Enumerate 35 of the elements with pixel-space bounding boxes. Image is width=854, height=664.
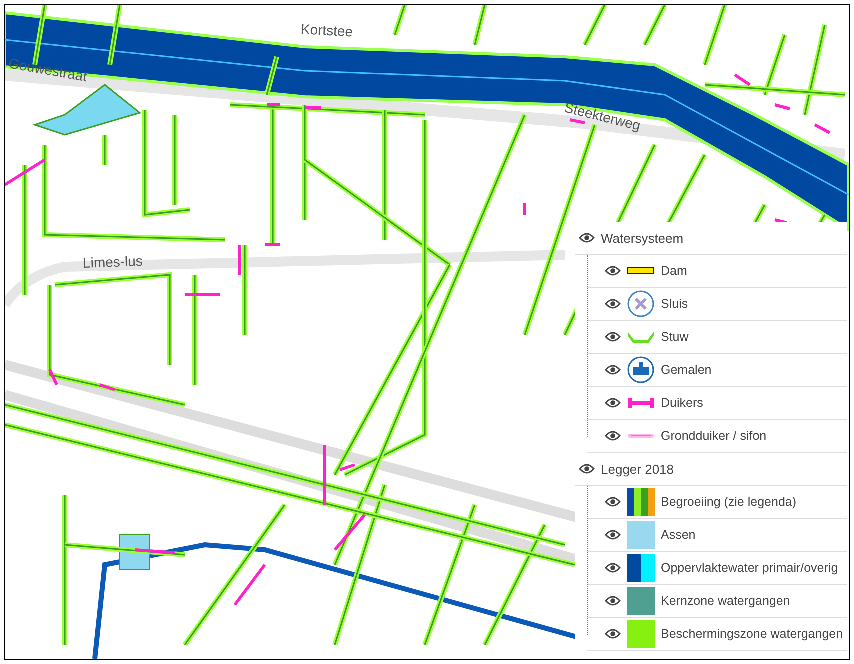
eye-icon[interactable] — [605, 332, 621, 342]
pump-circle-icon — [627, 356, 655, 384]
eye-icon[interactable] — [605, 497, 621, 507]
legend-item-label[interactable]: Begroeiing (zie legenda) — [661, 495, 797, 509]
eye-icon[interactable] — [605, 530, 621, 540]
legend-item-label[interactable]: Stuw — [661, 330, 689, 344]
eye-icon[interactable] — [605, 563, 621, 573]
legend-item-label[interactable]: Assen — [661, 528, 696, 542]
eye-icon[interactable] — [605, 398, 621, 408]
eye-icon[interactable] — [579, 464, 595, 474]
siphon-symbol-icon — [627, 432, 655, 440]
cross-circle-icon — [627, 290, 655, 318]
eye-icon[interactable] — [605, 365, 621, 375]
eye-icon[interactable] — [605, 299, 621, 309]
street-label: Kortstee — [300, 21, 354, 40]
eye-icon[interactable] — [579, 233, 595, 243]
legend-item-label[interactable]: Duikers — [661, 396, 704, 410]
legend-item-label[interactable]: Beschermingszone watergangen — [661, 627, 844, 641]
legend-item-label[interactable]: Kernzone watergangen — [661, 594, 790, 608]
street-label: Gouwestraat — [8, 55, 89, 85]
eye-icon[interactable] — [605, 629, 621, 639]
legend-item-label[interactable]: Gemalen — [661, 363, 712, 377]
legend-item-label[interactable]: Oppervlaktewater primair/overig — [661, 561, 838, 575]
legend-item-label[interactable]: Sluis — [661, 297, 688, 311]
eye-icon[interactable] — [605, 266, 621, 276]
dam-symbol-icon — [627, 266, 655, 276]
street-label: Limes-lus — [82, 252, 144, 271]
legend-group-title[interactable]: Watersysteem — [601, 230, 684, 246]
eye-icon[interactable] — [605, 431, 621, 441]
eye-icon[interactable] — [605, 596, 621, 606]
weir-symbol-icon — [627, 330, 655, 344]
legend-group-title[interactable]: Legger 2018 — [601, 462, 674, 476]
legend-item-label[interactable]: Dam — [661, 264, 688, 278]
legend-item-label[interactable]: Grondduiker / sifon — [661, 429, 767, 443]
culvert-symbol-icon — [627, 397, 655, 409]
